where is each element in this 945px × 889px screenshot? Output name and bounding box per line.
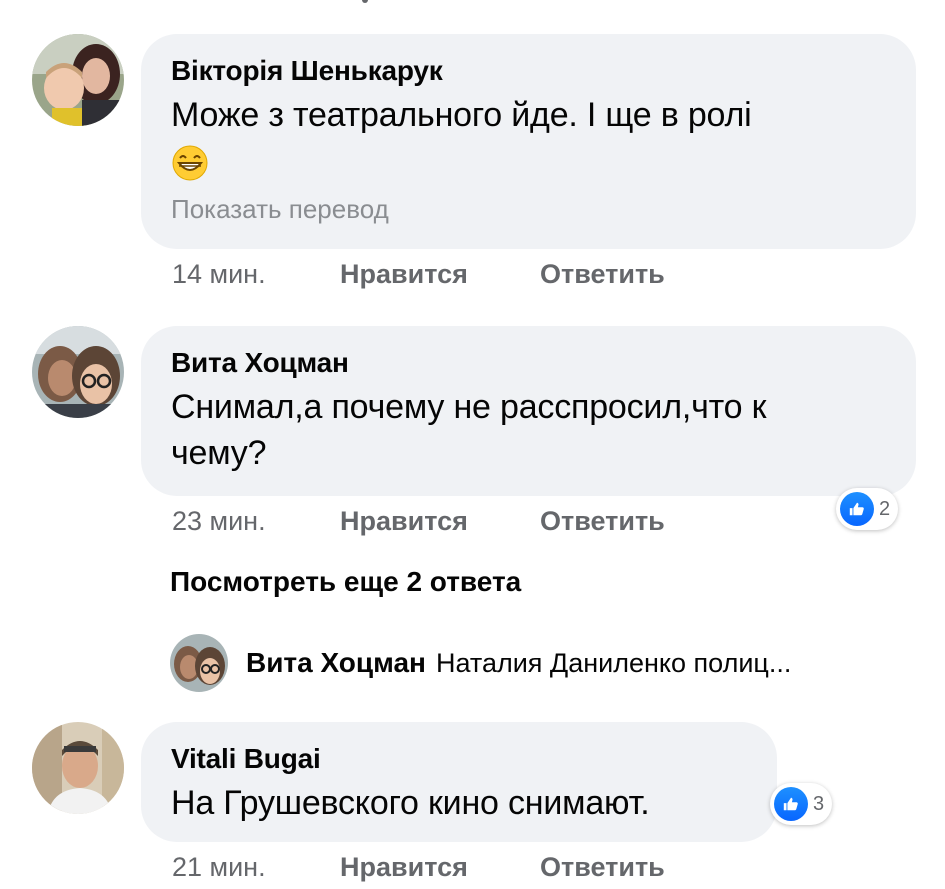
comment-text: Снимал,а почему не расспросил,что к чему… [171,384,916,476]
comment-time: 14 мин. [172,259,266,289]
comment-text-content: Може з театрального йде. І ще в ролі [171,96,752,134]
comment-text: На Грушевского кино снимают. [171,784,650,822]
reply-preview[interactable]: Вита Хоцман Наталия Даниленко полиц... [170,634,791,692]
reaction-count: 3 [813,792,825,815]
reply-button[interactable]: Ответить [540,259,665,290]
comment-bubble-vita[interactable]: Вита Хоцман Снимал,а почему не расспроси… [141,326,916,496]
comment-time: 23 мин. [172,506,266,536]
like-button[interactable]: Нравится [340,852,540,883]
reply-button[interactable]: Ответить [540,506,665,537]
like-button[interactable]: Нравится [340,506,540,537]
comment-author[interactable]: Вита Хоцман [171,346,916,380]
comment-text: Може з театрального йде. І ще в ролі [171,92,916,184]
comment-time: 21 мин. [172,852,266,882]
comment-bubble-vitali[interactable]: Vitali Bugai На Грушевского кино снимают… [141,722,777,842]
comment-meta-viktoria: 14 мин. Нравится Ответить [172,259,665,290]
grinning-face-emoji-icon [171,144,209,182]
comment-text-line-1: Снимал,а почему не расспросил,что к [171,388,767,426]
view-more-replies-link[interactable]: Посмотреть еще 2 ответа [170,566,521,598]
like-reaction-icon [774,787,808,821]
comment-bubble-viktoria[interactable]: Вікторія Шенькарук Може з театрального й… [141,34,916,249]
avatar-vita[interactable] [32,326,124,418]
avatar-viktoria[interactable] [32,34,124,126]
comment-text-line-2: чему? [171,434,267,472]
top-scroll-indicator [362,0,368,3]
avatar-vita-small[interactable] [170,634,228,692]
reply-text: Наталия Даниленко полиц... [435,647,792,678]
comment-author[interactable]: Vitali Bugai [171,742,777,776]
comment-author[interactable]: Вікторія Шенькарук [171,54,916,88]
show-translation-link[interactable]: Показать перевод [171,194,916,225]
reaction-count: 2 [879,497,891,520]
comment-meta-vita: 23 мин. Нравится Ответить [172,506,665,537]
like-button[interactable]: Нравится [340,259,540,290]
reply-author[interactable]: Вита Хоцман [246,647,426,679]
reaction-summary[interactable]: 2 [836,488,899,530]
reply-button[interactable]: Ответить [540,852,665,883]
avatar-vitali[interactable] [32,722,124,814]
comment-meta-vitali: 21 мин. Нравится Ответить [172,852,665,883]
like-reaction-icon [840,492,874,526]
reaction-summary[interactable]: 3 [770,783,833,825]
